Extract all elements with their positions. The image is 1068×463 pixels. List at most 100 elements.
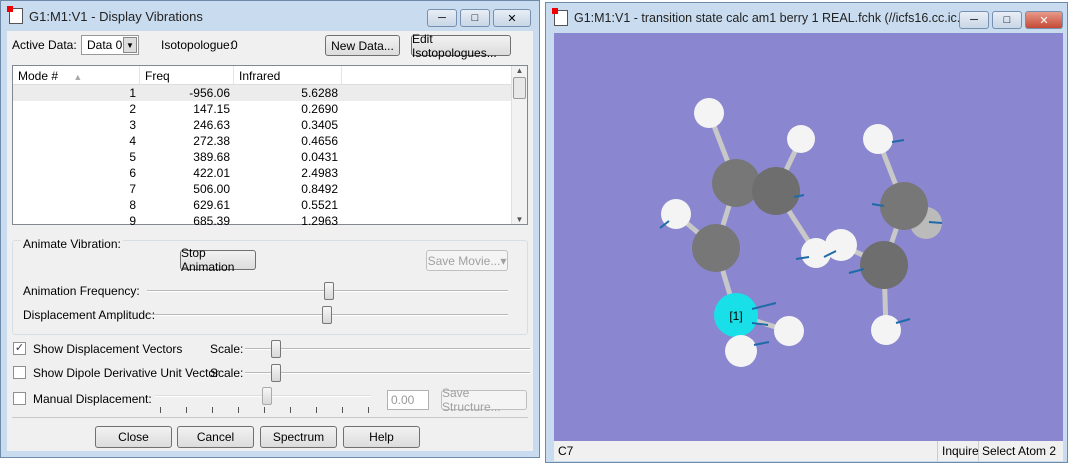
active-data-value: Data 0	[87, 38, 123, 52]
cell-mode: 9	[129, 214, 136, 228]
cell-infrared: 0.3405	[301, 118, 338, 132]
window-title: G1:M1:V1 - Display Vibrations	[29, 8, 203, 24]
show-displacement-vectors-label: Show Displacement Vectors	[33, 342, 183, 356]
molecule-viewer-window: G1:M1:V1 - transition state calc am1 ber…	[545, 2, 1068, 463]
molecule-viewport[interactable]: [1]	[554, 33, 1063, 441]
help-button[interactable]: Help	[343, 426, 420, 448]
cell-mode: 1	[129, 86, 136, 100]
manual-displacement-input: 0.00	[387, 390, 429, 410]
slider-thumb[interactable]	[271, 340, 281, 358]
displacement-amplitude-slider[interactable]	[147, 306, 508, 324]
animation-frequency-slider[interactable]	[147, 282, 508, 300]
cell-mode: 7	[129, 182, 136, 196]
table-row[interactable]: 8 629.61 0.5521	[13, 197, 527, 213]
status-atom: C7	[558, 444, 574, 458]
cell-infrared: 0.4656	[301, 134, 338, 148]
table-row[interactable]: 1 -956.06 5.6288	[13, 85, 527, 101]
hydrogen-atom	[871, 315, 901, 345]
edit-isotopologues-button[interactable]: Edit Isotopologues...	[411, 32, 511, 60]
animation-frequency-label: Animation Frequency:	[23, 284, 140, 298]
cell-mode: 4	[129, 134, 136, 148]
stop-animation-button[interactable]: Stop Animation	[180, 246, 256, 274]
scroll-down-icon[interactable]: ▼	[512, 215, 527, 224]
minimize-button[interactable]: ─	[959, 11, 989, 29]
spectrum-button[interactable]: Spectrum	[260, 426, 337, 448]
slider-thumb	[262, 387, 272, 405]
cell-infrared: 0.2690	[301, 102, 338, 116]
hydrogen-atom	[787, 125, 815, 153]
cancel-button[interactable]: Cancel	[177, 426, 254, 448]
cell-infrared: 0.0431	[301, 150, 338, 164]
isotopologue-label: Isotopologue:	[161, 38, 234, 52]
cell-freq: 422.01	[193, 166, 230, 180]
table-row[interactable]: 7 506.00 0.8492	[13, 181, 527, 197]
cell-mode: 8	[129, 198, 136, 212]
app-icon	[552, 8, 568, 26]
chevron-down-icon: ▼	[123, 37, 137, 53]
close-button[interactable]: Close	[95, 426, 172, 448]
vibrations-panel: Active Data: Data 0 ▼ Isotopologue: 0 Ne…	[7, 31, 533, 451]
carbon-atom	[692, 224, 740, 272]
sort-asc-icon: ▲	[73, 72, 83, 82]
save-movie-button: Save Movie... ▾	[426, 250, 508, 271]
scroll-up-icon[interactable]: ▲	[512, 66, 527, 75]
table-header: Mode # ▲ Freq Infrared	[13, 66, 527, 85]
hydrogen-atom	[725, 335, 757, 367]
manual-displacement-checkbox[interactable]	[13, 392, 26, 405]
save-structure-button: Save Structure...	[441, 386, 527, 414]
table-row[interactable]: 4 272.38 0.4656	[13, 133, 527, 149]
maximize-button[interactable]: □	[992, 11, 1022, 29]
table-row[interactable]: 2 147.15 0.2690	[13, 101, 527, 117]
cell-infrared: 0.8492	[301, 182, 338, 196]
carbon-atom	[752, 167, 800, 215]
window-title: G1:M1:V1 - transition state calc am1 ber…	[574, 11, 988, 25]
table-row[interactable]: 9 685.39 1.2963	[13, 213, 527, 229]
table-scrollbar[interactable]: ▲ ▼	[511, 66, 527, 224]
table-row[interactable]: 5 389.68 0.0431	[13, 149, 527, 165]
atom-label: [1]	[729, 309, 742, 323]
divider	[12, 417, 528, 418]
cell-mode: 6	[129, 166, 136, 180]
cell-mode: 2	[129, 102, 136, 116]
dipole-scale-slider[interactable]	[245, 364, 530, 382]
column-mode-label: Mode #	[18, 69, 59, 83]
close-window-button[interactable]: ✕	[493, 9, 531, 27]
slider-thumb[interactable]	[271, 364, 281, 382]
maximize-button[interactable]: □	[460, 9, 490, 27]
new-data-button[interactable]: New Data...	[325, 35, 400, 56]
cell-freq: 629.61	[193, 198, 230, 212]
active-data-select[interactable]: Data 0 ▼	[81, 35, 139, 55]
column-freq[interactable]: Freq	[140, 66, 234, 84]
minimize-button[interactable]: ─	[427, 9, 457, 27]
scroll-thumb[interactable]	[513, 77, 526, 99]
carbon-atom	[712, 159, 760, 207]
cell-freq: 272.38	[193, 134, 230, 148]
status-mode: Inquire	[937, 441, 979, 461]
hydrogen-atom	[694, 98, 724, 128]
hydrogen-atom	[863, 124, 893, 154]
displacement-amplitude-label: Displacement Amplitude:	[23, 308, 156, 322]
displacement-scale-slider[interactable]	[245, 340, 530, 358]
app-icon	[7, 6, 23, 24]
cell-freq: 685.39	[193, 214, 230, 228]
column-infrared[interactable]: Infrared	[234, 66, 342, 84]
status-bar: C7 Inquire Select Atom 2	[554, 441, 1063, 461]
modes-table[interactable]: Mode # ▲ Freq Infrared 1 -956.06 5.6288 2 14…	[12, 65, 528, 228]
table-row[interactable]: 3 246.63 0.3405	[13, 117, 527, 133]
show-dipole-checkbox[interactable]	[13, 366, 26, 379]
slider-thumb[interactable]	[323, 282, 334, 300]
cell-mode: 5	[129, 150, 136, 164]
slider-thumb[interactable]	[321, 306, 332, 324]
cell-freq: 506.00	[193, 182, 230, 196]
column-mode[interactable]: Mode # ▲	[13, 66, 140, 84]
table-row[interactable]: 6 422.01 2.4983	[13, 165, 527, 181]
status-action: Select Atom 2	[978, 441, 1056, 461]
slider-ticks	[160, 407, 370, 413]
manual-displacement-label: Manual Displacement:	[33, 392, 152, 406]
animate-vibration-label: Animate Vibration:	[21, 237, 123, 251]
scale-label: Scale:	[210, 342, 244, 356]
show-displacement-vectors-checkbox[interactable]: ✓	[13, 342, 26, 355]
close-window-button[interactable]: ✕	[1025, 11, 1063, 29]
cell-infrared: 0.5521	[301, 198, 338, 212]
hydrogen-atom	[774, 316, 804, 346]
